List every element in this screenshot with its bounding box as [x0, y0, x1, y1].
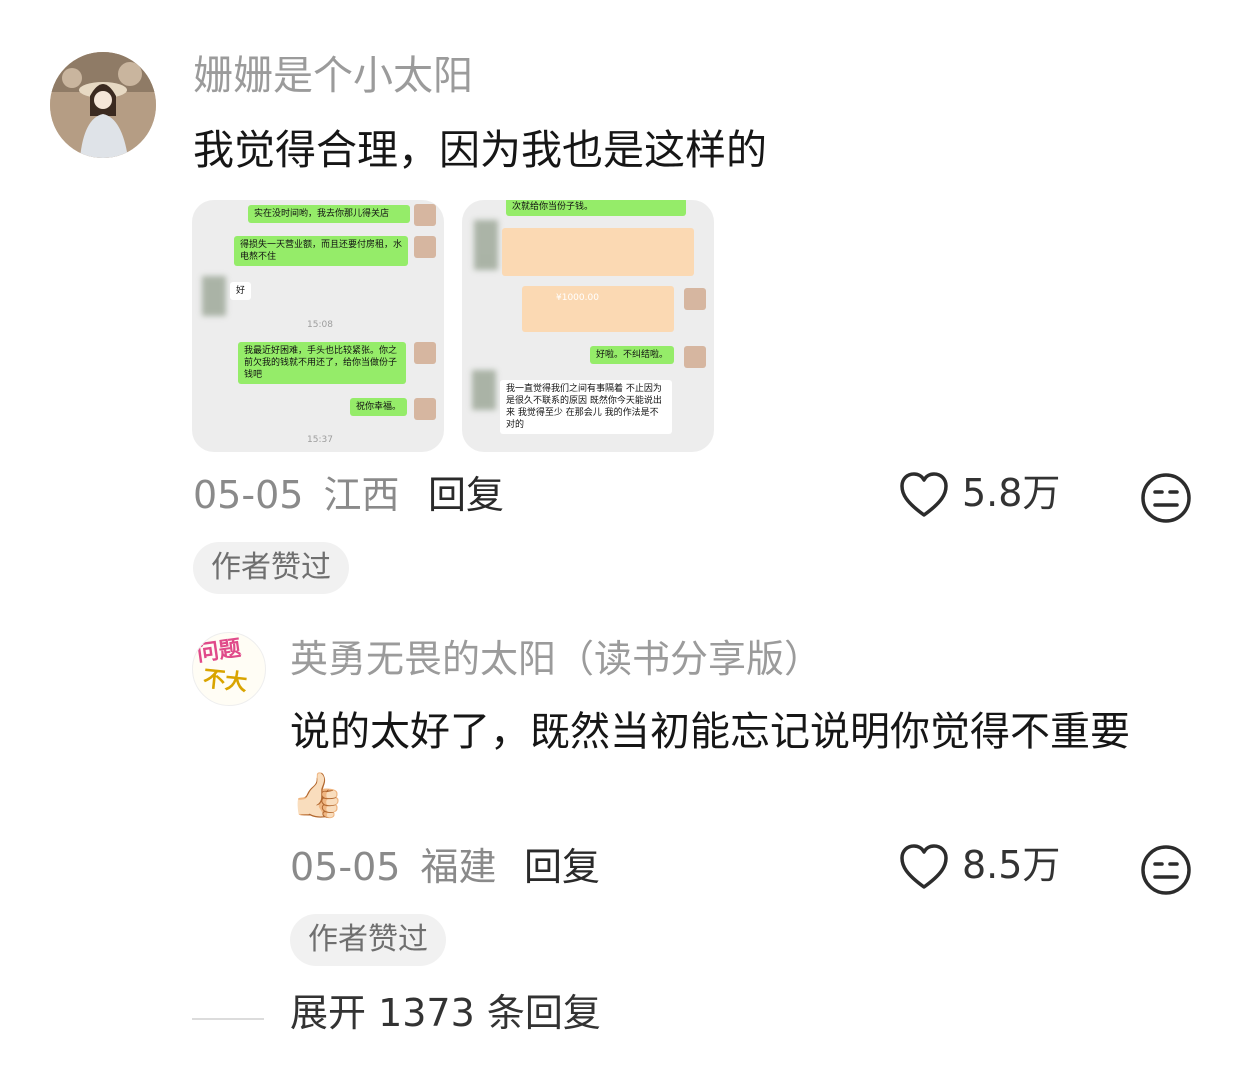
comment-text: 我觉得合理，因为我也是这样的	[193, 126, 767, 174]
chat-timestamp: 15:37	[307, 435, 333, 445]
chat-timestamp: 15:08	[307, 320, 333, 330]
chat-message: 实在没时间哟，我去你那儿得关店	[248, 205, 410, 223]
chat-message: 祝你幸福。	[350, 398, 408, 416]
reply-button[interactable]: 回复	[428, 476, 504, 514]
chat-avatar	[414, 204, 436, 226]
chat-avatar	[414, 236, 436, 258]
avatar-text: 不大	[201, 666, 249, 697]
comment-date: 05-05	[193, 473, 304, 517]
comment-image-1[interactable]: 实在没时间哟，我去你那儿得关店 得损失一天营业额，而且还要付房租，水电熬不住 好…	[192, 200, 444, 452]
chat-message: 次就给你当份子钱。	[506, 200, 686, 216]
avatar[interactable]	[50, 52, 156, 158]
neutral-face-icon[interactable]	[1140, 844, 1192, 896]
heart-outline-icon[interactable]	[898, 842, 950, 894]
author-liked-badge: 作者赞过	[193, 542, 349, 594]
avatar-text: 问题	[195, 636, 243, 667]
chat-message: 好	[230, 282, 252, 300]
like-count: 8.5万	[962, 843, 1061, 887]
chat-avatar-blurred	[472, 370, 496, 410]
comment-location: 福建	[420, 845, 497, 889]
chat-message: 我最近好困难，手头也比较紧张。你之前欠我的钱就不用还了，给你当做份子钱吧	[238, 342, 406, 384]
comment-location: 江西	[323, 473, 400, 517]
comment-username[interactable]: 英勇无畏的太阳（读书分享版）	[290, 640, 822, 678]
divider	[192, 1018, 264, 1020]
chat-avatar	[414, 342, 436, 364]
like-count: 5.8万	[962, 471, 1061, 515]
comment-meta: 05-05 福建	[290, 848, 497, 886]
chat-avatar-blurred	[202, 276, 226, 316]
neutral-face-icon[interactable]	[1140, 472, 1192, 524]
chat-avatar	[684, 346, 706, 368]
comment-date: 05-05	[290, 845, 401, 889]
transfer-card: ¥1000.00	[522, 286, 674, 332]
chat-message: 我一直觉得我们之间有事隔着 不止因为是很久不联系的原因 既然你今天能说出来 我觉…	[500, 380, 672, 434]
avatar[interactable]: 问题 不大	[192, 632, 266, 706]
chat-avatar-blurred	[474, 220, 498, 270]
heart-outline-icon[interactable]	[898, 470, 950, 522]
comment-meta: 05-05 江西	[193, 476, 400, 514]
chat-message: 得损失一天营业额，而且还要付房租，水电熬不住	[234, 236, 408, 266]
comment-text: 说的太好了，既然当初能忘记说明你觉得不重要	[290, 709, 1130, 755]
author-liked-badge: 作者赞过	[290, 914, 446, 966]
chat-message: 好啦。不纠结啦。	[590, 346, 675, 364]
chat-avatar	[684, 288, 706, 310]
reply-button[interactable]: 回复	[524, 848, 600, 886]
transfer-amount: ¥1000.00	[556, 293, 599, 303]
thumbs-up-emoji: 👍🏻	[290, 770, 345, 821]
comment-image-2[interactable]: 次就给你当份子钱。 ¥1000.00 好啦。不纠结啦。 我一直觉得我们之间有事隔…	[462, 200, 714, 452]
expand-replies-button[interactable]: 展开 1373 条回复	[290, 994, 601, 1032]
comment-username[interactable]: 姗姗是个小太阳	[193, 56, 473, 96]
chat-avatar	[414, 398, 436, 420]
transfer-card	[502, 228, 694, 276]
